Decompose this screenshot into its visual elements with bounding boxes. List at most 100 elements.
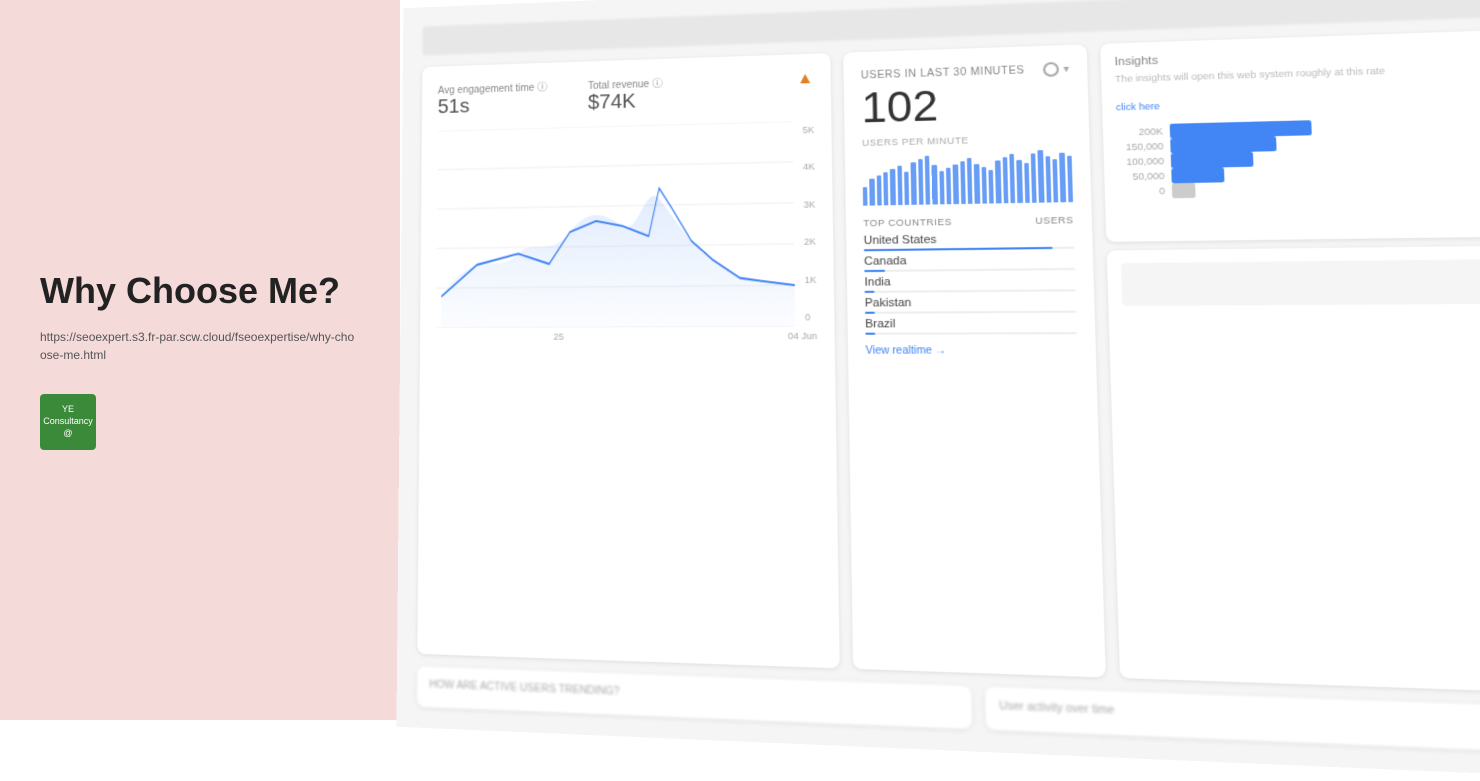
bar-item (960, 161, 966, 204)
country-bar-fill (865, 312, 875, 314)
bar-item (1016, 160, 1022, 203)
chevron-down-icon[interactable]: ▾ (1063, 63, 1069, 75)
country-bar-fill (865, 291, 875, 293)
bar-item (883, 172, 888, 206)
view-all-link[interactable]: View all users → (1119, 202, 1480, 229)
extra-desc (1121, 258, 1480, 306)
bar-item (890, 169, 895, 206)
bar-item (1045, 156, 1051, 202)
y-label-2k: 2K (804, 237, 816, 247)
bar-item (1067, 156, 1073, 203)
bar-item (863, 187, 868, 205)
bar-item (946, 167, 952, 204)
bar-item (974, 164, 980, 204)
bar-item (967, 158, 973, 204)
y-label-5k: 5K (802, 125, 814, 135)
bottom-card-chart-label: User activity over time (999, 700, 1480, 736)
country-bar-fill (864, 270, 885, 272)
bottom-card-title: HOW ARE ACTIVE USERS TRENDING? (429, 679, 958, 711)
bottom-card-activity: User activity over time (985, 687, 1480, 756)
users-per-minute-chart (862, 149, 1073, 205)
x-label-25: 25 (554, 332, 564, 342)
country-row: Pakistan (865, 296, 1077, 314)
revenue-value: $74K (588, 90, 663, 115)
bar-item (1059, 153, 1065, 203)
engagement-metric: Avg engagement time ⓘ 51s (438, 78, 548, 118)
engagement-value: 51s (438, 93, 548, 119)
bar-item (1052, 159, 1058, 202)
page-title: Why Choose Me? (40, 270, 360, 312)
revenue-metric: Total revenue ⓘ $74K (588, 75, 663, 115)
refresh-circle-icon[interactable] (1043, 62, 1059, 77)
bar-item (995, 160, 1001, 203)
country-bar-fill (865, 333, 875, 335)
bar-label-5: 0 (1118, 185, 1165, 196)
bar-item (1024, 163, 1030, 203)
country-bar-track (865, 311, 1076, 314)
bar-label-4: 50,000 (1118, 170, 1165, 182)
bar-item (953, 164, 959, 204)
x-axis-labels: 25 04 Jun (436, 331, 817, 342)
line-chart-svg (436, 121, 795, 328)
bar-item (1038, 150, 1044, 203)
page-url: https://seoexpert.s3.fr-par.scw.cloud/fs… (40, 328, 360, 364)
settings-icon-area: ▾ (1043, 62, 1069, 77)
country-row: India (864, 274, 1075, 293)
y-label-0: 0 (805, 312, 817, 322)
y-label-1k: 1K (804, 274, 816, 284)
users-card: USERS IN LAST 30 MINUTES ▾ 102 USERS PER… (843, 44, 1106, 677)
bar-label-3: 100,000 (1118, 155, 1165, 167)
bar-fill-3 (1171, 151, 1254, 168)
country-name: Canada (864, 253, 1075, 268)
view-realtime-link[interactable]: View realtime → (865, 345, 1077, 357)
bar-label-2: 150,000 (1117, 140, 1164, 152)
extra-desc2 (1123, 312, 1480, 314)
country-bar-track (864, 247, 1075, 252)
bar-item (925, 156, 931, 205)
country-name: Brazil (865, 317, 1077, 331)
country-bar-track (864, 268, 1075, 272)
bar-item (1002, 157, 1008, 203)
analytics-bg: Avg engagement time ⓘ 51s Total revenue … (396, 0, 1480, 781)
top-countries-users-label: USERS (1035, 215, 1073, 226)
bar-item (904, 171, 909, 205)
bar-item (1031, 153, 1037, 202)
bar-fill-4 (1171, 167, 1224, 183)
right-card-extra (1107, 244, 1480, 695)
favicon-line1: YE Consultancy (40, 404, 96, 427)
country-name: United States (864, 232, 1075, 247)
bar-item (1009, 154, 1015, 203)
y-axis-labels: 5K 4K 3K 2K 1K 0 (802, 121, 817, 327)
bar-fill-5 (1172, 182, 1196, 197)
bar-item (911, 162, 917, 205)
bar-item (981, 167, 987, 204)
country-name: Pakistan (865, 296, 1076, 310)
analytics-panel: Avg engagement time ⓘ 51s Total revenue … (396, 0, 1480, 781)
insight-link[interactable]: click here (1116, 89, 1480, 112)
bar-label-1: 200K (1117, 126, 1164, 138)
favicon-line2: @ (63, 428, 72, 440)
country-bar-fill (864, 247, 1053, 251)
countries-list: United States Canada India Pakistan Brazil (864, 232, 1077, 339)
country-row: Canada (864, 253, 1075, 272)
country-row: United States (864, 232, 1075, 252)
bar-fill-2 (1170, 136, 1276, 153)
bar-item (876, 175, 881, 205)
horiz-bar-chart: The insights will open this web system r… (1115, 59, 1480, 229)
y-label-3k: 3K (803, 199, 815, 209)
line-chart-area: 5K 4K 3K 2K 1K 0 (436, 121, 817, 328)
bar-item (870, 178, 875, 205)
bar-item (932, 165, 938, 205)
left-panel: Why Choose Me? https://seoexpert.s3.fr-p… (0, 0, 400, 720)
x-label-jun: 04 Jun (788, 331, 817, 341)
right-card-insights: Insights The insights will open this web… (1100, 28, 1480, 242)
country-bar-track (865, 332, 1077, 335)
bar-item (939, 171, 945, 205)
chart-card: Avg engagement time ⓘ 51s Total revenue … (417, 53, 839, 668)
favicon: YE Consultancy @ (40, 394, 96, 450)
top-countries-label: TOP COUNTRIES (863, 217, 952, 229)
users-count: 102 (861, 80, 1071, 129)
warning-icon: ▲ (796, 70, 813, 89)
top-countries-header: TOP COUNTRIES USERS (863, 215, 1073, 229)
country-row: Brazil (865, 317, 1077, 335)
